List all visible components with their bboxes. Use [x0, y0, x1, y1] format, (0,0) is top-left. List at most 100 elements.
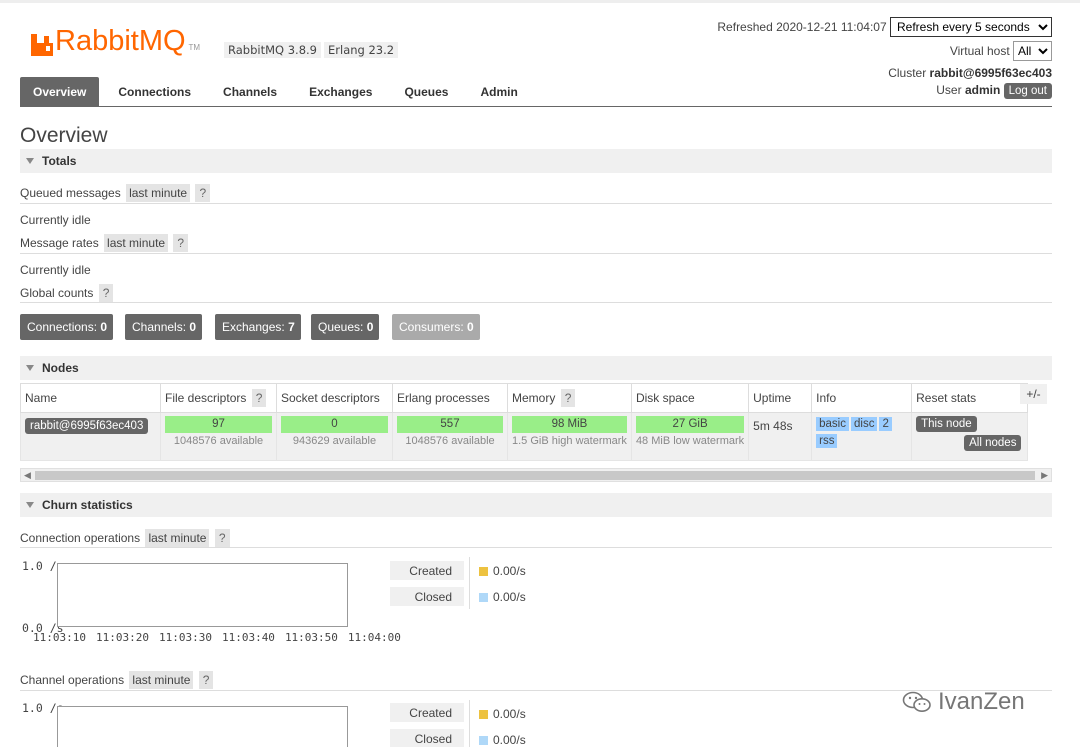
closed-rate: 0.00/s — [493, 590, 526, 604]
channel-ops-range-selector[interactable]: last minute — [129, 671, 194, 689]
legend-closed-button[interactable]: Closed — [390, 729, 464, 747]
nodes-title: Nodes — [42, 361, 79, 375]
global-counts-label: Global counts — [20, 286, 94, 300]
x-tick: 11:04:00 — [347, 631, 401, 644]
col-disk-space[interactable]: Disk space — [630, 383, 750, 413]
tab-connections[interactable]: Connections — [105, 77, 204, 106]
col-socket-descriptors[interactable]: Socket descriptors — [276, 383, 393, 413]
info-tag: disc — [851, 417, 878, 431]
connections-count-button[interactable]: Connections: 0 — [20, 314, 114, 340]
erlang-version: Erlang 23.2 — [324, 42, 399, 58]
x-tick: 11:03:10 — [33, 631, 86, 644]
col-name[interactable]: Name — [20, 383, 161, 413]
rates-range-selector[interactable]: last minute — [104, 234, 169, 252]
col-uptime[interactable]: Uptime — [748, 383, 813, 413]
queues-count-button[interactable]: Queues: 0 — [311, 314, 380, 340]
legend-created-button[interactable]: Created — [390, 561, 464, 580]
x-tick: 11:03:30 — [158, 631, 212, 644]
fd-help-button[interactable]: ? — [251, 389, 267, 407]
cell-reset-stats: This node All nodes — [911, 412, 1029, 461]
queued-status: Currently idle — [20, 213, 91, 227]
divider — [20, 203, 1052, 204]
global-help-button[interactable]: ? — [98, 284, 114, 302]
legend-closed-button[interactable]: Closed — [390, 587, 464, 606]
main-tabs: Overview Connections Channels Exchanges … — [20, 77, 1052, 107]
created-swatch — [479, 566, 488, 576]
info-tag: 2 — [879, 417, 892, 431]
column-toggle-button[interactable]: +/- — [1020, 384, 1047, 404]
tab-exchanges[interactable]: Exchanges — [296, 77, 385, 106]
fd-available: 1048576 available — [173, 435, 264, 447]
scroll-right-icon[interactable]: ▶ — [1041, 470, 1048, 481]
tab-queues[interactable]: Queues — [391, 77, 461, 106]
scroll-left-icon[interactable]: ◀ — [24, 470, 31, 481]
created-swatch — [479, 709, 488, 719]
refreshed-label: Refreshed — [717, 20, 773, 34]
logo-tm: TM — [188, 43, 201, 52]
disk-watermark: 48 MiB low watermark — [635, 435, 745, 447]
vhost-select[interactable]: All — [1013, 41, 1052, 61]
scrollbar-thumb[interactable] — [35, 471, 1035, 480]
tab-admin[interactable]: Admin — [467, 77, 530, 106]
message-rates-label: Message rates — [20, 236, 99, 250]
queued-help-button[interactable]: ? — [195, 184, 211, 202]
channel-ops-label: Channel operations — [20, 673, 125, 687]
col-reset-stats[interactable]: Reset stats — [911, 383, 1029, 413]
legend-created-button[interactable]: Created — [390, 703, 464, 722]
page-title: Overview — [20, 124, 108, 147]
col-info[interactable]: Info — [811, 383, 913, 413]
refresh-interval-select[interactable]: Refresh every 5 seconds — [890, 17, 1052, 37]
node-name-link[interactable]: rabbit@6995f63ec403 — [25, 418, 149, 434]
exchanges-count-button[interactable]: Exchanges: 7 — [215, 314, 301, 340]
connection-ops-label: Connection operations — [20, 531, 141, 545]
churn-section-header[interactable]: Churn statistics — [20, 493, 1052, 517]
consumers-count-button[interactable]: Consumers: 0 — [392, 314, 480, 340]
col-erlang-processes[interactable]: Erlang processes — [392, 383, 508, 413]
channel-ops-row: Channel operations last minute ? — [20, 671, 214, 689]
totals-section-header[interactable]: Totals — [20, 149, 1052, 173]
connections-count-label: Connections: — [27, 320, 98, 334]
cell-uptime: 5m 48s — [748, 412, 813, 461]
consumers-count-label: Consumers: — [399, 320, 464, 334]
nodes-section-header[interactable]: Nodes — [20, 356, 1052, 380]
cell-erlang-processes: 557 1048576 available — [392, 412, 508, 461]
legend-separator — [469, 700, 470, 747]
memory-watermark: 1.5 GiB high watermark — [512, 435, 627, 447]
channel-ops-help-button[interactable]: ? — [198, 671, 214, 689]
divider — [20, 547, 1052, 548]
rates-help-button[interactable]: ? — [173, 234, 189, 252]
queued-range-selector[interactable]: last minute — [126, 184, 191, 202]
table-header-row: Name File descriptors ? Socket descripto… — [20, 383, 1029, 413]
x-tick: 11:03:50 — [284, 631, 338, 644]
legend-separator — [469, 557, 470, 609]
cell-name: rabbit@6995f63ec403 — [20, 412, 161, 461]
queued-messages-label: Queued messages — [20, 186, 121, 200]
channels-count-button[interactable]: Channels: 0 — [125, 314, 203, 340]
logo-text: RabbitMQ — [55, 25, 186, 57]
connection-ops-range-selector[interactable]: last minute — [145, 529, 210, 547]
process-available: 1048576 available — [405, 435, 495, 447]
vhost-label: Virtual host — [949, 44, 1010, 58]
socket-available: 943629 available — [292, 435, 377, 447]
col-memory[interactable]: Memory ? — [507, 383, 632, 413]
reset-this-node-button[interactable]: This node — [916, 416, 977, 432]
queued-messages-row: Queued messages last minute ? — [20, 184, 211, 202]
divider — [20, 690, 1052, 691]
queues-count-label: Queues: — [318, 320, 364, 334]
tab-overview[interactable]: Overview — [20, 77, 100, 106]
rabbitmq-logo[interactable]: RabbitMQ TM — [31, 26, 200, 56]
vhost-row: Virtual host All — [950, 41, 1052, 61]
memory-help-button[interactable]: ? — [560, 389, 576, 407]
legend-closed-value: 0.00/s — [479, 733, 526, 747]
horizontal-scrollbar[interactable]: ◀ ▶ — [20, 468, 1052, 482]
channels-count-label: Channels: — [132, 320, 187, 334]
reset-all-nodes-button[interactable]: All nodes — [964, 435, 1022, 451]
totals-title: Totals — [42, 154, 77, 168]
refreshed-time: 2020-12-21 11:04:07 — [776, 20, 887, 34]
cell-socket-descriptors: 0 943629 available — [276, 412, 393, 461]
connection-ops-help-button[interactable]: ? — [214, 529, 230, 547]
created-rate: 0.00/s — [493, 564, 526, 578]
tab-channels[interactable]: Channels — [210, 77, 290, 106]
col-file-descriptors[interactable]: File descriptors ? — [160, 383, 277, 413]
churn-title: Churn statistics — [42, 498, 133, 512]
